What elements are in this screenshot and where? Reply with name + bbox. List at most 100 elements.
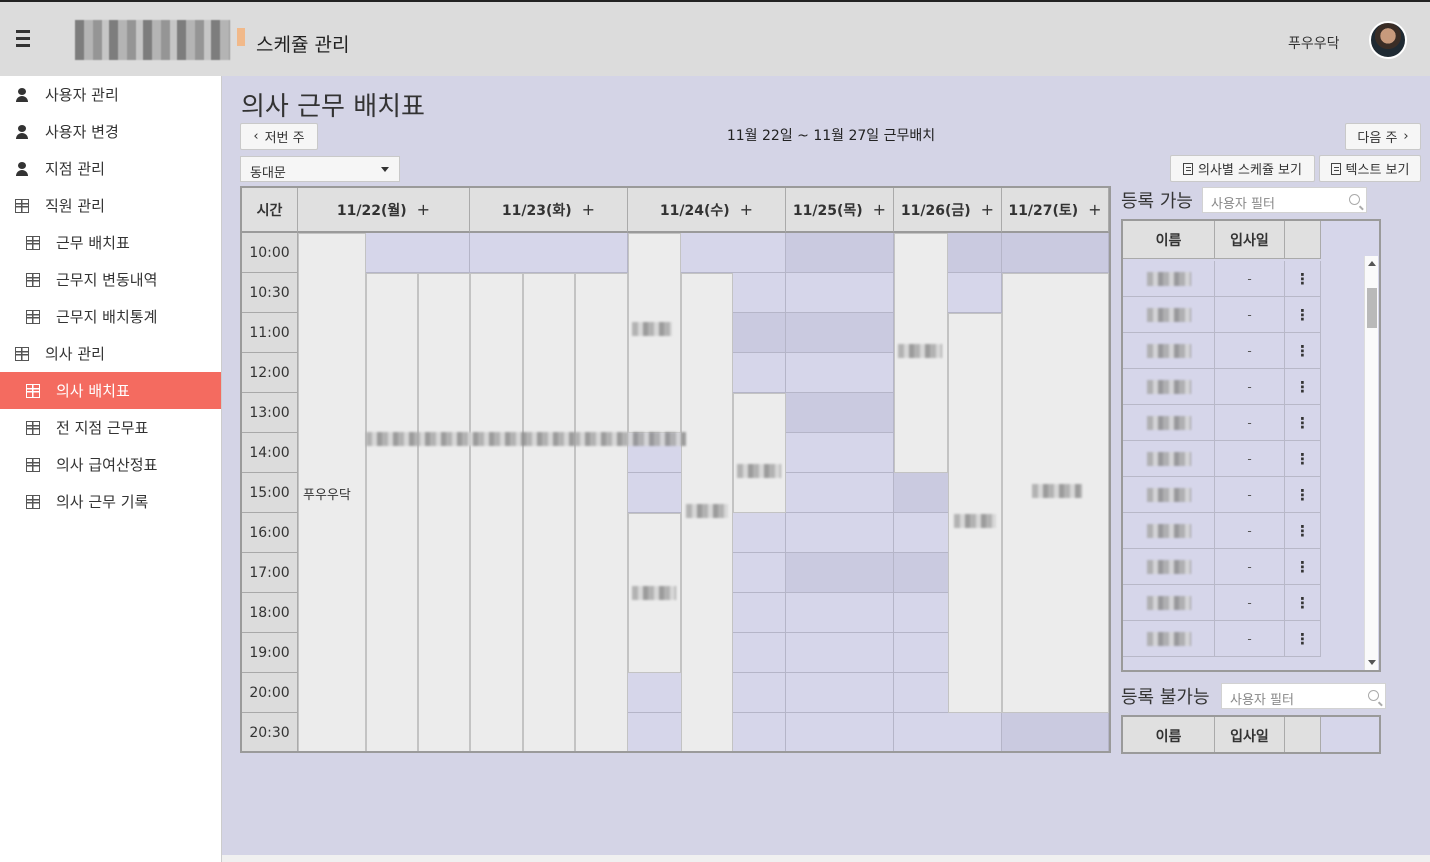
- schedule-slot[interactable]: [786, 633, 894, 673]
- table-row[interactable]: - ⋮: [1123, 333, 1321, 369]
- scroll-down-icon[interactable]: [1368, 660, 1376, 665]
- column-header-join-date[interactable]: 입사일: [1215, 221, 1285, 259]
- sidebar-item-9[interactable]: 전 지점 근무표: [0, 409, 221, 446]
- add-shift-icon[interactable]: +: [981, 200, 994, 219]
- sidebar-item-11[interactable]: 의사 근무 기록: [0, 483, 221, 520]
- text-view-button[interactable]: 텍스트 보기: [1319, 155, 1421, 182]
- schedule-slot[interactable]: [786, 273, 894, 313]
- add-shift-icon[interactable]: +: [740, 200, 753, 219]
- schedule-by-doctor-button[interactable]: 의사별 스케쥴 보기: [1170, 155, 1315, 182]
- unavailable-filter-input[interactable]: 사용자 필터: [1221, 683, 1386, 709]
- sidebar-item-2[interactable]: 지점 관리: [0, 150, 221, 187]
- user-name[interactable]: 푸우우닥: [1288, 33, 1340, 53]
- shift-block[interactable]: [470, 273, 523, 751]
- shift-block[interactable]: [366, 273, 418, 751]
- menu-icon[interactable]: [12, 30, 34, 48]
- time-slot-label: 14:00: [242, 433, 298, 473]
- branch-select[interactable]: 동대문: [240, 156, 400, 182]
- add-shift-icon[interactable]: +: [1088, 200, 1101, 219]
- schedule-slot[interactable]: [786, 553, 894, 593]
- next-week-button[interactable]: 다음 주 ›: [1345, 123, 1421, 150]
- more-vert-icon[interactable]: ⋮: [1285, 297, 1321, 333]
- sidebar-item-7[interactable]: 의사 관리: [0, 335, 221, 372]
- more-vert-icon[interactable]: ⋮: [1285, 369, 1321, 405]
- sidebar-item-4[interactable]: 근무 배치표: [0, 224, 221, 261]
- table-row[interactable]: - ⋮: [1123, 621, 1321, 657]
- more-vert-icon[interactable]: ⋮: [1285, 333, 1321, 369]
- table-row[interactable]: - ⋮: [1123, 297, 1321, 333]
- more-vert-icon[interactable]: ⋮: [1285, 585, 1321, 621]
- shift-block[interactable]: [418, 273, 470, 751]
- logo-image: [75, 20, 230, 60]
- add-shift-icon[interactable]: +: [417, 200, 430, 219]
- more-vert-icon[interactable]: ⋮: [1285, 477, 1321, 513]
- sidebar-item-10[interactable]: 의사 급여산정표: [0, 446, 221, 483]
- shift-block[interactable]: [523, 273, 575, 751]
- name-cell: [1123, 297, 1215, 333]
- scroll-up-icon[interactable]: [1368, 261, 1376, 266]
- schedule-slot[interactable]: [786, 713, 894, 751]
- column-header-name[interactable]: 이름: [1123, 717, 1215, 752]
- grid-icon: [26, 309, 40, 324]
- column-header-name[interactable]: 이름: [1123, 221, 1215, 259]
- add-shift-icon[interactable]: +: [873, 200, 886, 219]
- more-vert-icon[interactable]: ⋮: [1285, 513, 1321, 549]
- avatar[interactable]: [1369, 21, 1407, 59]
- available-filter-input[interactable]: 사용자 필터: [1202, 187, 1367, 213]
- schedule-slot[interactable]: [1002, 713, 1109, 751]
- table-row[interactable]: - ⋮: [1123, 549, 1321, 585]
- prev-week-button[interactable]: ‹ 저번 주: [240, 123, 318, 150]
- time-slot-label: 10:30: [242, 273, 298, 313]
- schedule-slot[interactable]: [786, 393, 894, 433]
- column-header-join-date[interactable]: 입사일: [1215, 717, 1285, 752]
- more-vert-icon[interactable]: ⋮: [1285, 441, 1321, 477]
- more-vert-icon[interactable]: ⋮: [1285, 261, 1321, 297]
- table-row[interactable]: - ⋮: [1123, 585, 1321, 621]
- table-row[interactable]: - ⋮: [1123, 441, 1321, 477]
- sidebar-item-1[interactable]: 사용자 변경: [0, 113, 221, 150]
- shift-block[interactable]: [948, 313, 1002, 713]
- sidebar-item-6[interactable]: 근무지 배치통계: [0, 298, 221, 335]
- time-slot-label: 12:00: [242, 353, 298, 393]
- schedule-slot[interactable]: [786, 593, 894, 633]
- sidebar-item-3[interactable]: 직원 관리: [0, 187, 221, 224]
- schedule-slot[interactable]: [786, 233, 894, 273]
- schedule-slot[interactable]: [786, 313, 894, 353]
- time-column-header: 시간: [242, 188, 298, 233]
- schedule-slot[interactable]: [470, 233, 628, 273]
- redacted-name: [1032, 484, 1082, 498]
- schedule-slot[interactable]: [894, 713, 1002, 751]
- redacted-name: [1147, 380, 1191, 394]
- available-scrollbar[interactable]: [1364, 256, 1378, 670]
- more-vert-icon[interactable]: ⋮: [1285, 549, 1321, 585]
- schedule-slot[interactable]: [786, 353, 894, 393]
- sidebar-item-0[interactable]: 사용자 관리: [0, 76, 221, 113]
- sidebar-item-8[interactable]: 의사 배치표: [0, 372, 221, 409]
- more-vert-icon[interactable]: ⋮: [1285, 621, 1321, 657]
- schedule-slot[interactable]: [786, 473, 894, 513]
- table-row[interactable]: - ⋮: [1123, 477, 1321, 513]
- table-row[interactable]: - ⋮: [1123, 261, 1321, 297]
- logo-accent: [237, 28, 245, 46]
- schedule-slot[interactable]: [786, 433, 894, 473]
- schedule-slot[interactable]: [1002, 233, 1109, 273]
- redacted-name: [632, 322, 672, 336]
- shift-block[interactable]: [575, 273, 628, 751]
- time-slot-label: 15:00: [242, 473, 298, 513]
- sidebar-item-5[interactable]: 근무지 변동내역: [0, 261, 221, 298]
- table-row[interactable]: - ⋮: [1123, 513, 1321, 549]
- add-shift-icon[interactable]: +: [582, 200, 595, 219]
- schedule-slot[interactable]: [786, 673, 894, 713]
- schedule-slot[interactable]: [786, 513, 894, 553]
- redacted-name: [1147, 488, 1191, 502]
- scroll-thumb[interactable]: [1367, 288, 1377, 328]
- table-row[interactable]: - ⋮: [1123, 369, 1321, 405]
- join-date-cell: -: [1215, 405, 1285, 441]
- document-icon: [1330, 162, 1341, 175]
- schedule-grid: 시간 11/22(월) +11/23(화) +11/24(수) +11/25(목) +11…: [240, 186, 1111, 753]
- shift-block[interactable]: [733, 393, 786, 513]
- table-row[interactable]: - ⋮: [1123, 405, 1321, 441]
- person-icon: [15, 124, 29, 139]
- available-title: 등록 가능: [1121, 191, 1193, 212]
- more-vert-icon[interactable]: ⋮: [1285, 405, 1321, 441]
